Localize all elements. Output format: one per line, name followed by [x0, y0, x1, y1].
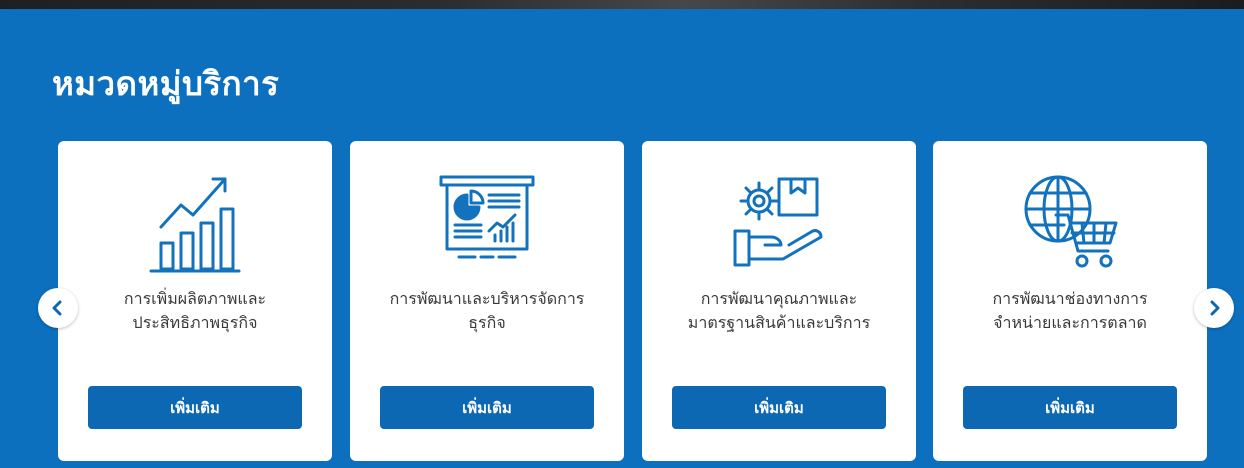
more-button[interactable]: เพิ่มเติม — [380, 386, 594, 429]
service-card-marketing-channels[interactable]: การพัฒนาช่องทางการ จำหน่ายและการตลาด เพิ… — [933, 141, 1207, 461]
card-label-line-1: การพัฒนาและบริหารจัดการ — [389, 289, 585, 308]
chevron-left-icon — [52, 300, 62, 316]
card-label-line-1: การเพิ่มผลิตภาพและ — [123, 289, 267, 308]
service-card-business-management[interactable]: การพัฒนาและบริหารจัดการ ธุรกิจ เพิ่มเติม — [350, 141, 624, 461]
card-label: การพัฒนาช่องทางการ จำหน่ายและการตลาด — [947, 287, 1193, 335]
globe-cart-icon — [933, 169, 1207, 273]
card-label: การพัฒนาคุณภาพและ มาตรฐานสินค้าและบริการ — [656, 287, 902, 335]
more-button[interactable]: เพิ่มเติม — [963, 386, 1177, 429]
card-label: การพัฒนาและบริหารจัดการ ธุรกิจ — [364, 287, 610, 335]
section-title: หมวดหมู่บริการ — [52, 64, 280, 103]
card-label: การเพิ่มผลิตภาพและ ประสิทธิภาพธุรกิจ — [72, 287, 318, 335]
card-label-line-1: การพัฒนาช่องทางการ — [992, 289, 1148, 308]
card-label-line-2: จำหน่ายและการตลาด — [993, 313, 1147, 332]
carousel-prev-button[interactable] — [38, 288, 78, 328]
card-label-line-1: การพัฒนาคุณภาพและ — [700, 289, 858, 308]
gear-box-hand-icon — [642, 169, 916, 273]
more-button[interactable]: เพิ่มเติม — [88, 386, 302, 429]
service-card-productivity[interactable]: การเพิ่มผลิตภาพและ ประสิทธิภาพธุรกิจ เพิ… — [58, 141, 332, 461]
service-card-quality-standards[interactable]: การพัฒนาคุณภาพและ มาตรฐานสินค้าและบริการ… — [642, 141, 916, 461]
chevron-right-icon — [1210, 300, 1220, 316]
more-button[interactable]: เพิ่มเติม — [672, 386, 886, 429]
card-label-line-2: มาตรฐานสินค้าและบริการ — [687, 313, 871, 332]
growth-chart-icon — [58, 169, 332, 273]
card-label-line-2: ธุรกิจ — [468, 313, 506, 332]
carousel-next-button[interactable] — [1194, 288, 1234, 328]
card-label-line-2: ประสิทธิภาพธุรกิจ — [132, 313, 258, 332]
top-banner-image — [0, 0, 1244, 9]
presentation-board-icon — [350, 169, 624, 273]
